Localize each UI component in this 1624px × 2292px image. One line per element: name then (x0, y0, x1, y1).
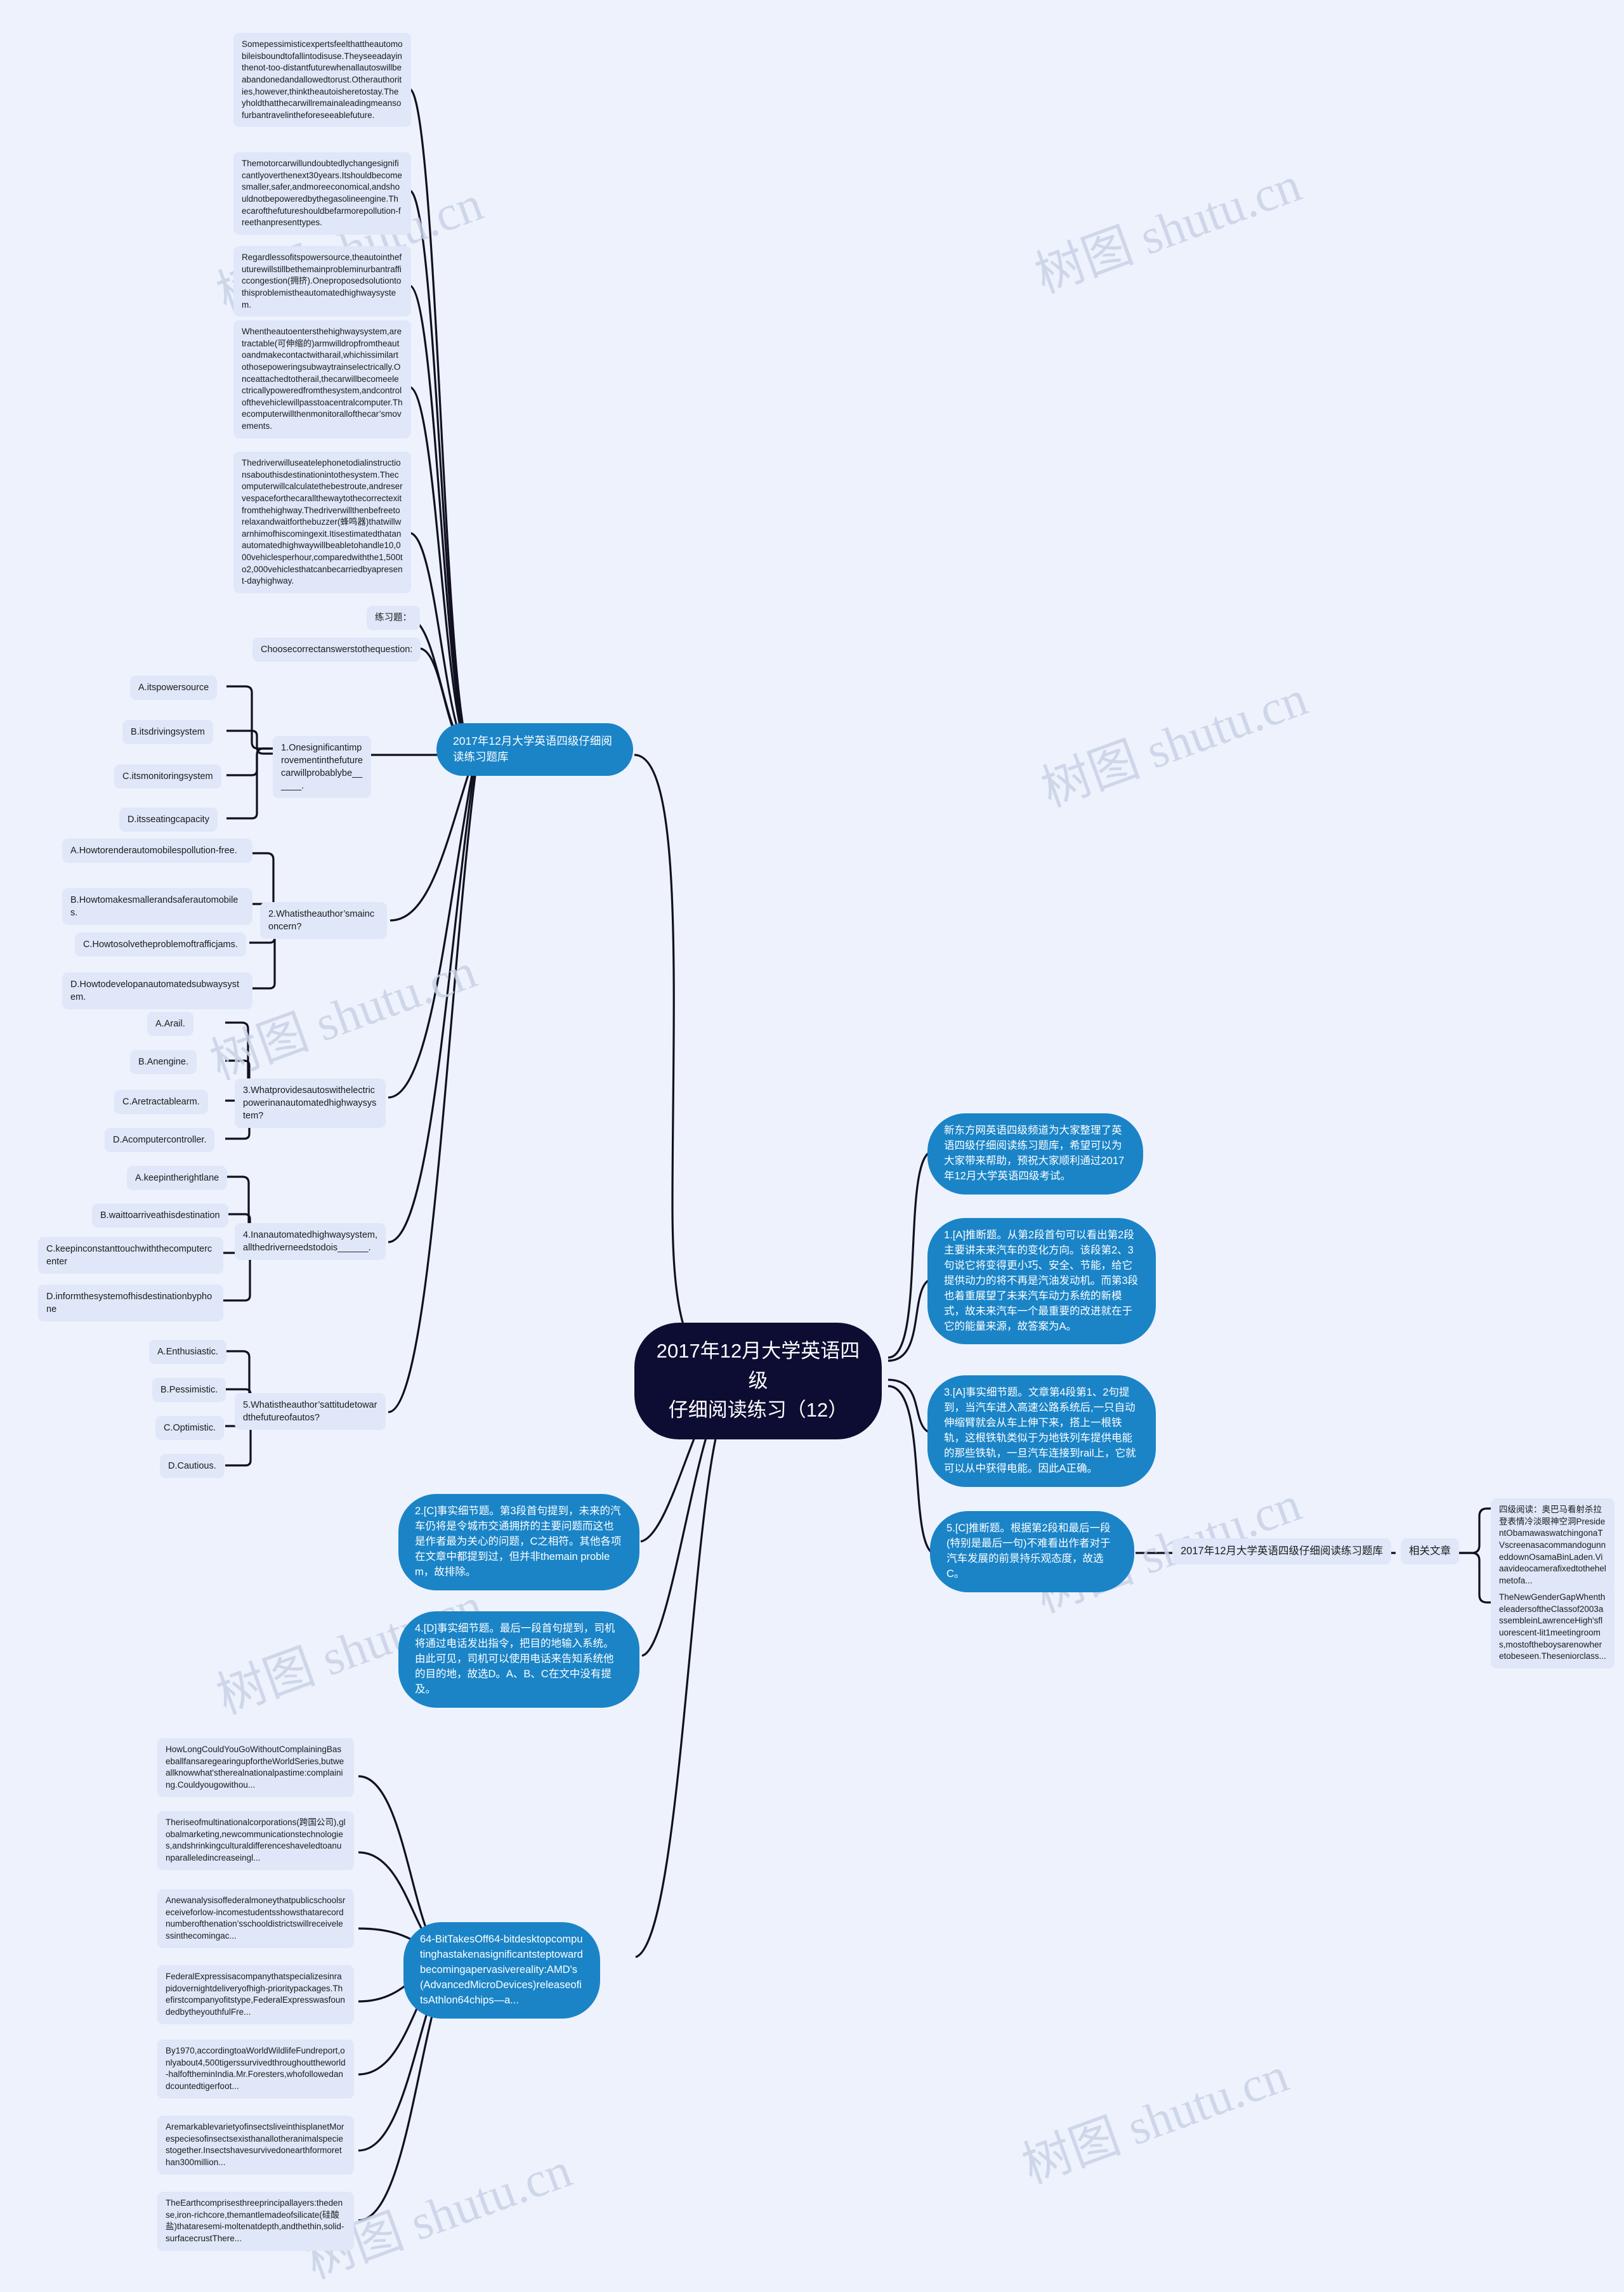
answer-5: 5.[C]推断题。根据第2段和最后一段(特别是最后一句)不难看出作者对于汽车发展… (930, 1511, 1134, 1592)
option-2c[interactable]: C.Howtosolvetheproblemoftrafficjams. (75, 933, 246, 957)
option-1a[interactable]: A.itspowersource (130, 676, 218, 700)
question-bank-node-right[interactable]: 2017年12月大学英语四级仔细阅读练习题库 (1172, 1538, 1392, 1564)
feature-node-64bit[interactable]: 64-BitTakesOff64-bitdesktopcomputinghast… (403, 1922, 600, 2019)
option-2d[interactable]: D.Howtodevelopanautomatedsubwaysystem. (62, 972, 252, 1009)
option-2a[interactable]: A.Howtorenderautomobilespollution-free. (62, 839, 252, 863)
option-3c[interactable]: C.Aretractablearm. (114, 1090, 208, 1114)
related-article-item[interactable]: 四级阅读：奥巴马看射杀拉登表情冷淡眼神空洞PresidentObamawaswa… (1491, 1498, 1614, 1593)
question-3-stem: 3.Whatprovidesautoswithelectricpowerinan… (235, 1078, 386, 1128)
root-node[interactable]: 2017年12月大学英语四级 仔细阅读练习（12） (634, 1323, 882, 1439)
option-5c[interactable]: C.Optimistic. (155, 1416, 225, 1440)
article-list-item[interactable]: HowLongCouldYouGoWithoutComplainingBaseb… (157, 1738, 354, 1797)
article-list-item[interactable]: By1970,accordingtoaWorldWildlifeFundrepo… (157, 2040, 354, 2099)
option-3d[interactable]: D.Acomputercontroller. (105, 1128, 215, 1152)
answer-4: 4.[D]事实细节题。最后一段首句提到，司机将通过电话发出指令，把目的地输入系统… (398, 1611, 639, 1708)
exercise-heading: 练习题： (367, 606, 420, 630)
option-4b[interactable]: B.waittoarriveathisdestination (92, 1203, 228, 1228)
answer-3: 3.[A]事实细节题。文章第4段第1、2句提到，当汽车进入高速公路系统后,一只自… (927, 1375, 1156, 1487)
option-3a[interactable]: A.Arail. (147, 1012, 193, 1036)
passage-paragraph: Regardlessofitspowersource,theautointhef… (233, 246, 411, 317)
intro-note: 新东方网英语四级频道为大家整理了英语四级仔细阅读练习题库，希望可以为大家带来帮助… (927, 1113, 1143, 1195)
option-4d[interactable]: D.informthesystemofhisdestinationbyphone (38, 1285, 223, 1321)
question-1-stem: 1.Onesignificantimprovementinthefutureca… (273, 736, 371, 798)
article-list-item[interactable]: Aremarkablevarietyofinsectsliveinthispla… (157, 2116, 354, 2175)
answer-1: 1.[A]推断题。从第2段首句可以看出第2段主要讲未来汽车的变化方向。该段第2、… (927, 1218, 1156, 1345)
passage-paragraph: Themotorcarwillundoubtedlychangesignific… (233, 152, 411, 235)
watermark: 树图 shutu.cn (1015, 2046, 1295, 2194)
option-2b[interactable]: B.Howtomakesmallerandsaferautomobiles. (62, 888, 252, 925)
question-bank-node-left[interactable]: 2017年12月大学英语四级仔细阅读练习题库 (436, 723, 633, 776)
related-article-item[interactable]: TheNewGenderGapWhentheleadersoftheClasso… (1491, 1586, 1614, 1668)
option-5a[interactable]: A.Enthusiastic. (149, 1340, 226, 1364)
passage-paragraph: Thedriverwilluseatelephonetodialinstruct… (233, 452, 411, 593)
option-3b[interactable]: B.Anengine. (130, 1050, 197, 1074)
option-1b[interactable]: B.itsdrivingsystem (122, 720, 213, 744)
option-5d[interactable]: D.Cautious. (160, 1454, 225, 1478)
question-5-stem: 5.Whatistheauthor’sattitudetowardthefutu… (235, 1393, 386, 1430)
article-list-item[interactable]: FederalExpressisacompanythatspecializesi… (157, 1965, 354, 2024)
related-articles-label[interactable]: 相关文章 (1401, 1538, 1459, 1564)
passage-paragraph: Somepessimisticexpertsfeelthattheautomob… (233, 33, 411, 128)
question-4-stem: 4.Inanautomatedhighwaysystem,allthedrive… (235, 1223, 386, 1260)
article-list-item[interactable]: Anewanalysisoffederalmoneythatpublicscho… (157, 1889, 354, 1948)
watermark: 树图 shutu.cn (1034, 670, 1314, 817)
article-list-item[interactable]: Theriseofmultinationalcorporations(跨国公司)… (157, 1811, 354, 1870)
watermark: 树图 shutu.cn (1028, 156, 1308, 303)
answer-2: 2.[C]事实细节题。第3段首句提到，未来的汽车仍将是令城市交通拥挤的主要问题而… (398, 1494, 639, 1590)
article-list-item[interactable]: TheEarthcomprisesthreeprincipallayers:th… (157, 2192, 354, 2251)
exercise-instruction: Choosecorrectanswerstothequestion: (252, 638, 421, 662)
option-1c[interactable]: C.itsmonitoringsystem (114, 764, 221, 789)
passage-paragraph: Whentheautoentersthehighwaysystem,aretra… (233, 320, 411, 438)
option-1d[interactable]: D.itsseatingcapacity (119, 808, 218, 832)
option-4a[interactable]: A.keepintherightlane (127, 1166, 228, 1190)
option-5b[interactable]: B.Pessimistic. (152, 1378, 226, 1402)
question-2-stem: 2.Whatistheauthor’smainconcern? (260, 902, 387, 939)
option-4c[interactable]: C.keepinconstanttouchwiththecomputercent… (38, 1237, 223, 1274)
